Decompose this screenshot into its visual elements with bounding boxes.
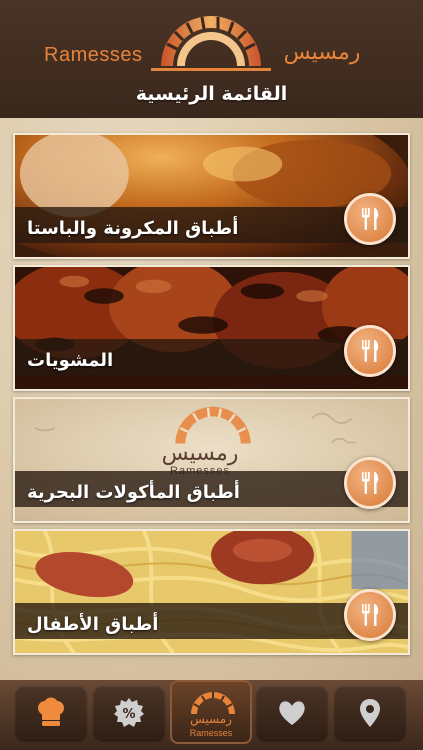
tab-favorites[interactable] — [257, 686, 327, 740]
fork-knife-icon[interactable] — [344, 457, 396, 509]
home-brand-ar: رمسيس — [190, 712, 232, 726]
fork-knife-icon[interactable] — [344, 325, 396, 377]
tab-offers[interactable]: % — [94, 686, 164, 740]
brand-name-ar: رمسيس — [283, 40, 361, 65]
menu-item-label: أطباق المأكولات البحرية — [27, 482, 240, 503]
page-title: القائمة الرئيسية — [135, 83, 288, 105]
brand-name-en: Ramesses — [44, 44, 143, 66]
chef-hat-icon — [38, 697, 64, 726]
heart-icon — [279, 701, 305, 725]
menu-item-seafood[interactable]: رمسيس Ramesses أطباق المأكولات البحرية — [13, 397, 410, 523]
app-header: Ramesses رمسيس القائمة الرئيسية — [0, 0, 423, 118]
menu-item-label: أطباق المكرونة والباستا — [27, 218, 239, 239]
menu-item-kids[interactable]: أطباق الأطفال — [13, 529, 410, 655]
fork-knife-icon[interactable] — [344, 193, 396, 245]
menu-list: أطباق المكرونة والباستا المشويات رمسيس أ… — [0, 118, 423, 680]
home-brand-en: Ramesses — [189, 728, 233, 738]
menu-item-label: المشويات — [27, 350, 114, 371]
menu-item-pasta[interactable]: أطباق المكرونة والباستا — [13, 133, 410, 259]
tab-chef[interactable] — [16, 686, 86, 740]
bottom-tab-bar: % رمسيس Ramesses — [0, 680, 423, 750]
location-pin-icon — [360, 699, 380, 727]
svg-text:%: % — [122, 707, 135, 722]
menu-item-grills[interactable]: المشويات — [13, 265, 410, 391]
menu-item-label: أطباق الأطفال — [27, 614, 159, 635]
discount-badge-icon: % — [114, 698, 144, 727]
fork-knife-icon[interactable] — [344, 589, 396, 641]
tab-home[interactable]: رمسيس Ramesses — [170, 680, 252, 744]
tab-location[interactable] — [335, 686, 405, 740]
watermark-brand-ar: رمسيس — [161, 441, 239, 466]
